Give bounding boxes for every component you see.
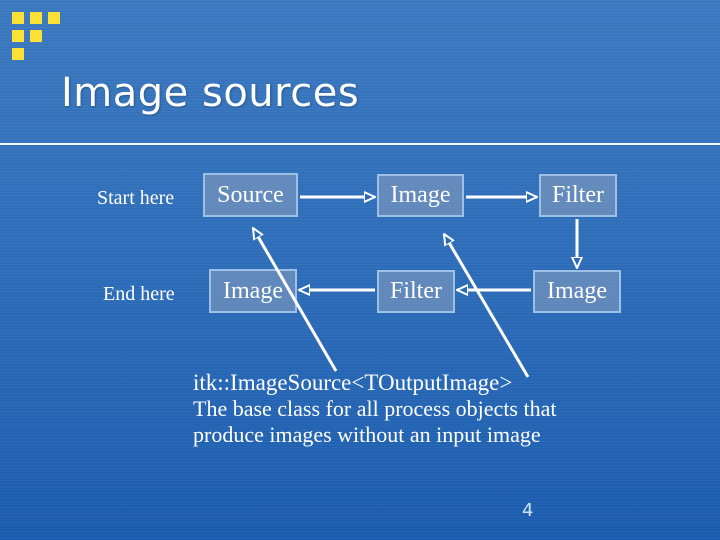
slide-logo xyxy=(0,0,70,70)
end-here-label: End here xyxy=(103,283,175,305)
slide-title: Image sources xyxy=(61,70,360,116)
description-block: itk::ImageSource<TOutputImage> The base … xyxy=(193,370,556,448)
node-image-1: Image xyxy=(377,174,464,217)
logo-square xyxy=(30,30,42,42)
logo-square xyxy=(30,12,42,24)
node-filter-2: Filter xyxy=(377,270,455,313)
node-image-3: Image xyxy=(209,269,297,313)
description-line-1: The base class for all process objects t… xyxy=(193,396,557,421)
node-source: Source xyxy=(203,173,298,217)
node-image-2: Image xyxy=(533,270,621,313)
start-here-label: Start here xyxy=(97,187,175,209)
logo-square xyxy=(48,12,60,24)
pointer-to-image xyxy=(442,234,530,378)
description-line-2: produce images without an input image xyxy=(193,422,541,447)
node-filter-1: Filter xyxy=(539,174,617,217)
logo-square xyxy=(12,12,24,24)
title-divider xyxy=(0,143,720,145)
logo-square xyxy=(12,48,24,60)
class-name: itk::ImageSource<TOutputImage> xyxy=(193,370,513,395)
page-number: 4 xyxy=(522,500,534,521)
logo-square xyxy=(12,30,24,42)
